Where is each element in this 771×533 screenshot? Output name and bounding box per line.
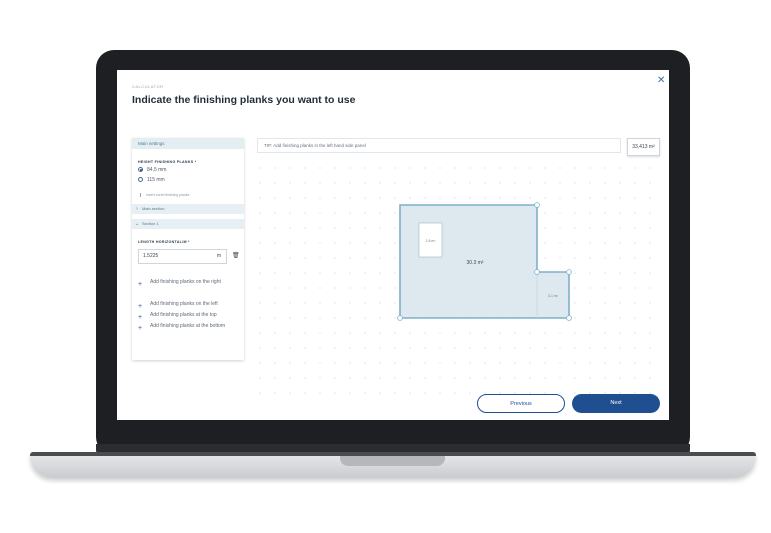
corner-handle[interactable] xyxy=(397,315,403,321)
plus-icon: + xyxy=(138,325,143,332)
main-room-area-label: 30.3 m² xyxy=(467,260,484,266)
insert-cored-label: Insert cored finishing planks xyxy=(146,193,190,197)
trash-icon[interactable]: 🗑 xyxy=(232,252,240,259)
section-1-row[interactable]: ⌄ Section 1 xyxy=(132,219,244,229)
length-unit: m xyxy=(216,253,221,259)
length-input[interactable]: 1.5225 m xyxy=(138,249,227,264)
small-room-label: 1.8 m² xyxy=(426,239,437,243)
previous-button[interactable]: Previous xyxy=(477,394,565,413)
settings-panel: Main settings HEIGHT FINISHING PLANKS * … xyxy=(132,138,244,360)
plus-icon: + xyxy=(138,303,143,310)
section-1-label: Section 1 xyxy=(142,221,159,226)
panel-title: Main settings xyxy=(132,138,244,149)
height-option-115-radio[interactable] xyxy=(138,177,143,182)
next-button[interactable]: Next xyxy=(572,394,660,413)
page-title: Indicate the finishing planks you want t… xyxy=(132,94,356,106)
plus-icon: + xyxy=(138,314,143,321)
corner-handle[interactable] xyxy=(534,269,540,275)
height-label: HEIGHT FINISHING PLANKS * xyxy=(138,160,197,164)
length-value: 1.5225 xyxy=(143,253,159,259)
add-planks-left-label: Add finishing planks on the left xyxy=(150,301,218,307)
insert-cored-checkbox[interactable] xyxy=(140,193,143,197)
floor-plan-svg: 1.8 m² 30.3 m² 3.1 m² xyxy=(257,165,657,405)
floor-plan-canvas[interactable]: 1.8 m² 30.3 m² 3.1 m² xyxy=(257,165,657,405)
corner-handle[interactable] xyxy=(534,202,540,208)
height-option-115-label: 115 mm xyxy=(147,177,165,183)
corner-handle[interactable] xyxy=(566,315,572,321)
annex-area-label: 3.1 m² xyxy=(548,294,559,298)
add-planks-top-label: Add finishing planks at the top xyxy=(150,312,217,318)
height-option-84-radio[interactable] xyxy=(138,167,143,172)
length-label: LENGTH HORIZONTAL/M * xyxy=(138,240,190,244)
laptop-notch xyxy=(340,456,445,466)
chevron-down-icon: ⌄ xyxy=(134,221,140,227)
corner-handle[interactable] xyxy=(566,269,572,275)
total-area-badge: 33,413 m² xyxy=(627,138,660,156)
add-planks-right-label: Add finishing planks on the right xyxy=(150,279,221,285)
tip-banner: TIP: Add finishing planks in the left ha… xyxy=(257,138,621,153)
height-option-84-label: 84,5 mm xyxy=(147,167,167,173)
chevron-right-icon: › xyxy=(136,206,138,212)
section-main-row[interactable]: › Main section xyxy=(132,204,244,214)
add-planks-bottom-label: Add finishing planks at the bottom xyxy=(150,323,226,329)
plus-icon: + xyxy=(138,281,143,288)
page-kicker: CALCULATOR xyxy=(132,84,164,89)
section-main-label: Main section xyxy=(142,206,165,211)
laptop-screen: CALCULATOR Indicate the finishing planks… xyxy=(117,70,669,420)
close-icon[interactable]: ✕ xyxy=(657,75,665,86)
